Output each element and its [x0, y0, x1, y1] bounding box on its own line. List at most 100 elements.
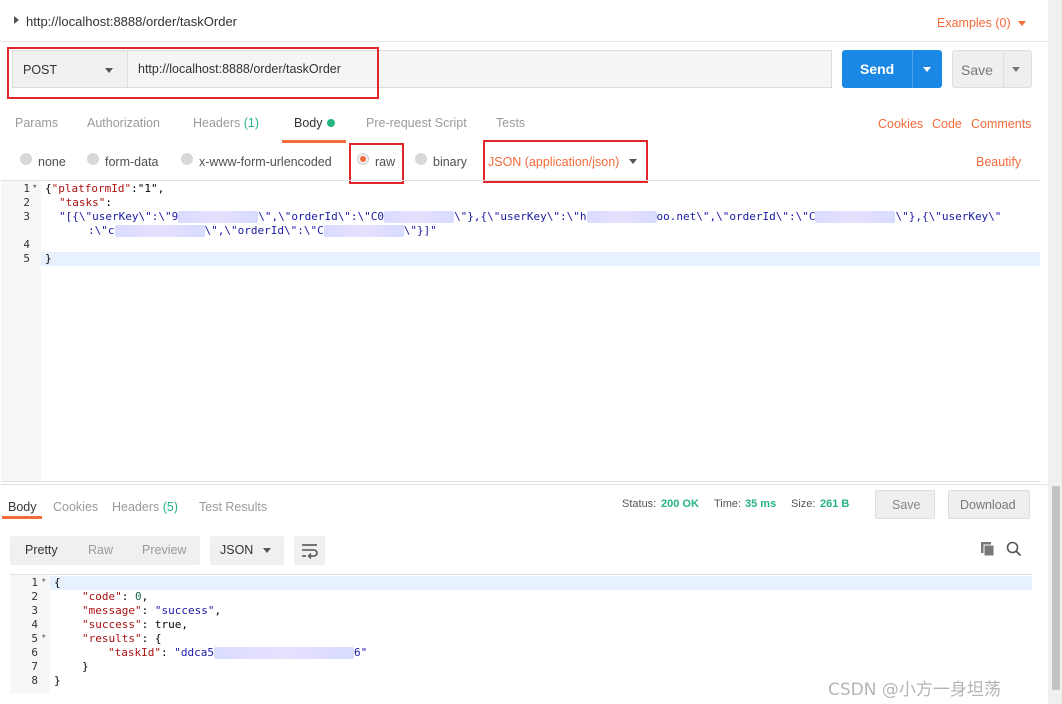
- radio-form-data-label: form-data: [105, 155, 159, 169]
- code-line: }: [54, 674, 61, 687]
- active-tab-underline: [282, 140, 346, 143]
- radio-none[interactable]: [20, 153, 32, 165]
- tab-authorization[interactable]: Authorization: [87, 116, 160, 130]
- line-number-gutter: [1, 181, 41, 481]
- tab-headers-label: Headers: [193, 116, 241, 130]
- fold-arrow-icon[interactable]: ▾: [32, 182, 37, 192]
- response-save-label: Save: [892, 498, 921, 512]
- view-pretty[interactable]: Pretty: [25, 543, 58, 557]
- code-line: "results": {: [82, 632, 162, 645]
- tab-headers[interactable]: Headers (1): [193, 116, 259, 130]
- line-number: 1: [31, 576, 38, 589]
- line-number: 3: [23, 210, 30, 223]
- url-highlight-box: [7, 47, 379, 99]
- response-headers-label: Headers: [112, 500, 160, 514]
- comments-link[interactable]: Comments: [971, 117, 1031, 131]
- response-tab-cookies[interactable]: Cookies: [53, 500, 98, 514]
- redacted-text: [586, 211, 657, 223]
- request-title-bar: http://localhost:8888/order/taskOrder Ex…: [0, 0, 1048, 42]
- code-line: }: [45, 252, 52, 265]
- redacted-text: [815, 211, 896, 223]
- format-label: JSON: [220, 543, 254, 557]
- format-select[interactable]: JSON: [210, 536, 284, 565]
- view-raw[interactable]: Raw: [88, 543, 113, 557]
- wrap-lines-button[interactable]: [294, 536, 325, 565]
- tab-tests[interactable]: Tests: [496, 116, 525, 130]
- radio-form-data[interactable]: [87, 153, 99, 165]
- divider: [912, 50, 913, 88]
- size-label: Size:: [791, 498, 816, 510]
- line-number: 8: [31, 674, 38, 687]
- active-line: [41, 252, 1040, 266]
- chevron-down-icon: [263, 548, 271, 553]
- fold-arrow-icon[interactable]: ▾: [41, 632, 46, 642]
- headers-count: (1): [243, 116, 260, 130]
- chevron-down-icon[interactable]: [1018, 21, 1026, 26]
- content-type-highlight-box: [483, 140, 648, 183]
- divider: [1003, 51, 1004, 87]
- redacted-text: [384, 211, 455, 223]
- code-line: "success": true,: [82, 618, 188, 631]
- time-label: Time:: [714, 498, 742, 510]
- redacted-text: [213, 647, 354, 659]
- line-number: 4: [23, 238, 30, 251]
- line-number: 5: [23, 252, 30, 265]
- radio-binary-label: binary: [433, 155, 468, 169]
- save-label: Save: [961, 62, 993, 78]
- size-value: 261 B: [820, 498, 850, 510]
- examples-dropdown[interactable]: Examples (0): [937, 16, 1011, 30]
- code-line: "message": "success",: [82, 604, 222, 617]
- code-line: "[{\"userKey\":\"9 \",\"orderId\":\"C0 \"}…: [59, 210, 1002, 223]
- send-label: Send: [860, 61, 895, 77]
- radio-binary[interactable]: [415, 153, 427, 165]
- line-number: 5: [31, 632, 38, 645]
- line-number: 7: [31, 660, 38, 673]
- scrollbar-thumb[interactable]: [1052, 486, 1060, 690]
- chevron-down-icon[interactable]: [923, 67, 931, 72]
- radio-none-label: none: [38, 155, 66, 169]
- watermark: CSDN @小方一身坦荡: [828, 680, 1001, 700]
- response-tab-headers[interactable]: Headers (5): [112, 500, 178, 514]
- code-line: {: [54, 576, 61, 589]
- save-button[interactable]: Save: [952, 50, 1032, 88]
- search-icon[interactable]: [1006, 541, 1022, 558]
- redacted-text: [114, 225, 205, 237]
- line-number: 1: [23, 182, 30, 195]
- status-label: Status:: [622, 498, 657, 510]
- response-save-button[interactable]: Save: [875, 490, 935, 519]
- code-link[interactable]: Code: [932, 117, 962, 131]
- line-number: 4: [31, 618, 38, 631]
- response-tab-body[interactable]: Body: [8, 500, 37, 514]
- response-headers-count: (5): [162, 500, 179, 514]
- active-line: [50, 576, 1032, 590]
- active-tab-underline: [2, 516, 42, 519]
- redacted-text: [323, 225, 404, 237]
- chevron-down-icon[interactable]: [1012, 67, 1020, 72]
- request-title: http://localhost:8888/order/taskOrder: [26, 14, 238, 29]
- code-line: "code": 0,: [82, 590, 149, 603]
- line-number: 3: [31, 604, 38, 617]
- wrap-lines-icon: [302, 544, 318, 559]
- time-value: 35 ms: [745, 498, 777, 510]
- tab-pre-request-script[interactable]: Pre-request Script: [366, 116, 467, 130]
- tab-body[interactable]: Body: [294, 116, 323, 130]
- divider: [0, 484, 1048, 485]
- line-number: 6: [31, 646, 38, 659]
- raw-highlight-box: [349, 143, 404, 184]
- view-preview[interactable]: Preview: [142, 543, 186, 557]
- status-value: 200 OK: [661, 498, 699, 510]
- fold-arrow-icon[interactable]: ▾: [41, 576, 46, 586]
- response-tab-test-results[interactable]: Test Results: [199, 500, 267, 514]
- code-line: }: [82, 660, 89, 673]
- tab-params[interactable]: Params: [15, 116, 58, 130]
- send-button[interactable]: Send: [842, 50, 942, 88]
- code-line: {"platformId":"1",: [45, 182, 165, 195]
- download-button[interactable]: Download: [948, 490, 1030, 519]
- line-number: 2: [23, 196, 30, 209]
- radio-urlencoded[interactable]: [181, 153, 193, 165]
- copy-icon[interactable]: [980, 541, 996, 558]
- cookies-link[interactable]: Cookies: [878, 117, 923, 131]
- redacted-text: [178, 211, 259, 223]
- beautify-link[interactable]: Beautify: [976, 155, 1021, 169]
- chevron-right-icon[interactable]: [14, 16, 19, 24]
